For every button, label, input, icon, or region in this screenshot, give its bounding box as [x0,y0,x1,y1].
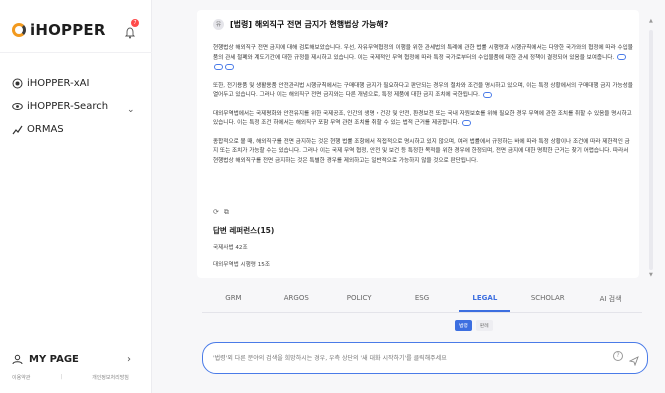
tab-policy[interactable]: POLICY [328,294,391,312]
sidebar-item-label: iHOPPER-xAI [27,78,90,89]
avatar: 유 [213,19,224,30]
sidebar: iHOPPER 7 iHOPPER-xAI iHOPPER-Search ⌄ O… [0,0,152,393]
subtabs: 법령 판례 [455,320,493,331]
notification-badge: 7 [131,19,139,27]
user-icon [12,354,23,365]
subtab-statutes[interactable]: 법령 [455,320,472,331]
link-icon[interactable] [616,54,626,60]
target-icon [12,78,23,89]
tab-argos[interactable]: ARGOS [265,294,328,312]
logo-mark-icon [12,23,26,37]
scroll-up-icon[interactable]: ▲ [649,18,653,24]
link-icon[interactable] [482,91,492,98]
answer-paragraph: 대외무역법에서는 국제평화와 안전유지를 위한 국제공조, 인간의 생명・건강 … [213,110,633,129]
help-icon[interactable]: ? [613,351,623,361]
send-icon[interactable] [628,351,639,367]
subtab-precedents[interactable]: 판례 [475,320,493,331]
mypage-label: MY PAGE [29,354,79,365]
sidebar-item-label: iHOPPER-Search [27,101,109,112]
tab-esg[interactable]: ESG [391,294,454,312]
answer-paragraph-text: 대외무역법에서는 국제평화와 안전유지를 위한 국제공조, 인간의 생명・건강 … [213,110,632,127]
eye-icon [12,101,23,112]
answer-paragraph: 종합적으로 볼 때, 해외직구를 전면 금지하는 것은 현행 법률 조항에서 직… [213,138,633,167]
app-title: iHOPPER [30,21,106,39]
scrollbar[interactable] [649,30,653,270]
divider: | [60,374,63,380]
tab-legal[interactable]: LEGAL [453,294,516,312]
copy-icon[interactable]: ⧉ [224,208,229,217]
question-row: 유 [법령] 해외직구 전면 금지가 현행법상 가능해? [213,19,388,30]
scroll-down-icon[interactable]: ▼ [649,272,653,278]
reference-item[interactable]: 국제사법 42조 [213,243,248,251]
tab-ai-search[interactable]: AI 검색 [579,294,642,312]
chevron-right-icon[interactable]: › [127,354,131,365]
search-input[interactable] [213,352,593,364]
answer-paragraph-text: 현행법상 해외직구 전면 금지에 대해 검토해보았습니다. 우선, 자유무역협정… [213,45,633,61]
chart-icon [12,124,23,135]
search-box: ? [202,342,648,374]
divider [202,312,642,313]
chevron-down-icon[interactable]: ⌄ [127,105,135,115]
link-icon[interactable] [225,63,234,70]
sidebar-item-ihopper-search[interactable]: iHOPPER-Search [12,101,108,112]
link-icon[interactable] [214,63,223,70]
answer-paragraph: 현행법상 해외직구 전면 금지에 대해 검토해보았습니다. 우선, 자유무역협정… [213,44,633,73]
footer-links: 이용약관 | 개인정보처리방침 [12,374,129,381]
link-icon[interactable] [462,119,472,126]
sidebar-item-label: ORMAS [27,124,64,135]
sidebar-item-ormas[interactable]: ORMAS [12,124,64,135]
refresh-icon[interactable]: ⟳ [213,208,219,217]
answer-card: 유 [법령] 해외직구 전면 금지가 현행법상 가능해? 현행법상 해외직구 전… [197,10,639,278]
app-logo[interactable]: iHOPPER [12,21,106,39]
terms-link[interactable]: 이용약관 [12,374,30,381]
question-text: [법령] 해외직구 전면 금지가 현행법상 가능해? [230,20,389,29]
references-title: 답변 레퍼런스(15) [213,226,275,235]
answer-text: 현행법상 해외직구 전면 금지에 대해 검토해보았습니다. 우선, 자유무역협정… [213,44,633,175]
tab-grm[interactable]: GRM [202,294,265,312]
divider [0,52,152,53]
category-tabs: GRM ARGOS POLICY ESG LEGAL SCHOLAR AI 검색 [202,294,642,312]
mypage-button[interactable]: MY PAGE [12,354,79,365]
privacy-link[interactable]: 개인정보처리방침 [92,374,129,381]
sidebar-item-ihopper-xai[interactable]: iHOPPER-xAI [12,78,89,89]
main-panel: 유 [법령] 해외직구 전면 금지가 현행법상 가능해? 현행법상 해외직구 전… [152,0,665,393]
tab-scholar[interactable]: SCHOLAR [516,294,579,312]
answer-paragraph-text: 종합적으로 볼 때, 해외직구를 전면 금지하는 것은 현행 법률 조항에서 직… [213,138,630,164]
answer-actions: ⟳ ⧉ [213,208,229,217]
answer-paragraph: 또한, 전기용품 및 생활용품 안전관리법 시행규칙에서는 구매대행 금지가 필… [213,82,633,101]
answer-paragraph-text: 또한, 전기용품 및 생활용품 안전관리법 시행규칙에서는 구매대행 금지가 필… [213,82,633,99]
reference-item[interactable]: 대외무역법 시행령 15조 [213,260,270,268]
